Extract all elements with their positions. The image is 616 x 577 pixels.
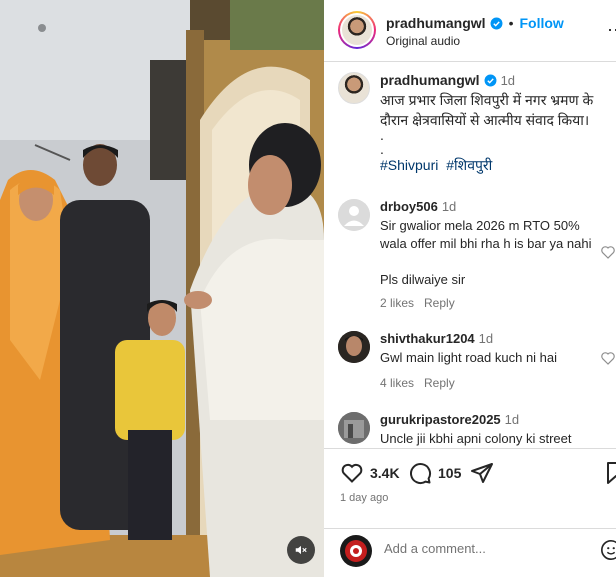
post-header: pradhumangwl • Follow Original audio ⋯ bbox=[324, 0, 616, 62]
post-timestamp: 1 day ago bbox=[340, 492, 389, 504]
post-details-panel: pradhumangwl • Follow Original audio ⋯ p… bbox=[324, 0, 616, 577]
commenter-avatar[interactable] bbox=[338, 331, 370, 363]
caption-time: 1d bbox=[500, 72, 516, 88]
caption-dot: . bbox=[380, 141, 384, 157]
caption-dot: . bbox=[380, 127, 384, 143]
author-username[interactable]: pradhumangwl bbox=[386, 15, 486, 31]
profile-logo-icon bbox=[345, 540, 367, 562]
comment-likes[interactable]: 2 likes bbox=[380, 296, 414, 310]
reply-button[interactable]: Reply bbox=[424, 296, 455, 310]
comment-button[interactable]: 105 bbox=[408, 461, 461, 485]
comment-text: Sir gwalior mela 2026 m RTO 50% wala off… bbox=[380, 218, 592, 251]
comment-likes[interactable]: 4 likes bbox=[380, 376, 414, 390]
comment-text: Pls dilwaiye sir bbox=[380, 272, 466, 287]
comment-text: Gwl main light road kuch ni hai bbox=[380, 350, 558, 365]
comment-time: 1d bbox=[504, 412, 520, 427]
mute-toggle-button[interactable] bbox=[287, 536, 315, 564]
comment-time: 1d bbox=[441, 199, 457, 214]
audio-label[interactable]: Original audio bbox=[386, 34, 460, 48]
post-actions-bar: 3.4K 105 1 day ago bbox=[324, 448, 616, 528]
like-comment-heart-icon[interactable] bbox=[600, 244, 616, 260]
share-button[interactable] bbox=[470, 461, 494, 485]
more-options-icon[interactable]: ⋯ bbox=[607, 20, 616, 41]
verified-badge-icon bbox=[490, 17, 503, 29]
commenter-avatar[interactable] bbox=[338, 412, 370, 444]
follow-button[interactable]: Follow bbox=[519, 15, 563, 31]
caption-avatar[interactable] bbox=[338, 72, 370, 104]
reply-button[interactable]: Reply bbox=[424, 376, 455, 390]
verified-badge-icon bbox=[484, 74, 497, 86]
current-user-avatar[interactable] bbox=[340, 535, 372, 567]
hashtag-link[interactable]: #Shivpuri bbox=[380, 157, 438, 173]
commenter-username[interactable]: shivthakur1204 bbox=[380, 331, 475, 346]
caption-username[interactable]: pradhumangwl bbox=[380, 72, 480, 88]
comment-icon bbox=[410, 463, 432, 485]
caption-text: आज प्रभार जिला शिवपुरी में नगर भ्रमण के … bbox=[380, 92, 594, 128]
speaker-muted-icon bbox=[295, 545, 307, 555]
hashtags: #Shivpuri #शिवपुरी bbox=[380, 156, 496, 175]
comments-count: 105 bbox=[438, 465, 462, 481]
comment-time: 1d bbox=[478, 331, 494, 346]
heart-icon bbox=[341, 463, 363, 483]
emoji-icon[interactable] bbox=[600, 539, 616, 561]
add-comment-bar bbox=[324, 528, 616, 577]
likes-count[interactable]: 3.4K bbox=[370, 465, 400, 481]
comment-text: Uncle jii kbhi apni colony ki street bbox=[380, 431, 572, 446]
separator-dot: • bbox=[508, 15, 514, 31]
commenter-username[interactable]: gurukripastore2025 bbox=[380, 412, 501, 427]
paper-plane-icon bbox=[471, 463, 493, 483]
bookmark-icon bbox=[607, 462, 616, 484]
commenter-username[interactable]: drboy506 bbox=[380, 199, 438, 214]
save-button[interactable] bbox=[606, 461, 616, 485]
add-comment-input[interactable] bbox=[384, 541, 584, 556]
reel-video[interactable] bbox=[0, 0, 324, 577]
default-avatar-icon bbox=[338, 199, 370, 231]
hashtag-link[interactable]: #शिवपुरी bbox=[446, 157, 492, 173]
like-button[interactable]: 3.4K bbox=[340, 461, 400, 485]
like-comment-heart-icon[interactable] bbox=[600, 350, 616, 366]
author-avatar[interactable] bbox=[338, 11, 376, 49]
commenter-avatar[interactable] bbox=[338, 199, 370, 231]
video-frame bbox=[0, 0, 324, 577]
